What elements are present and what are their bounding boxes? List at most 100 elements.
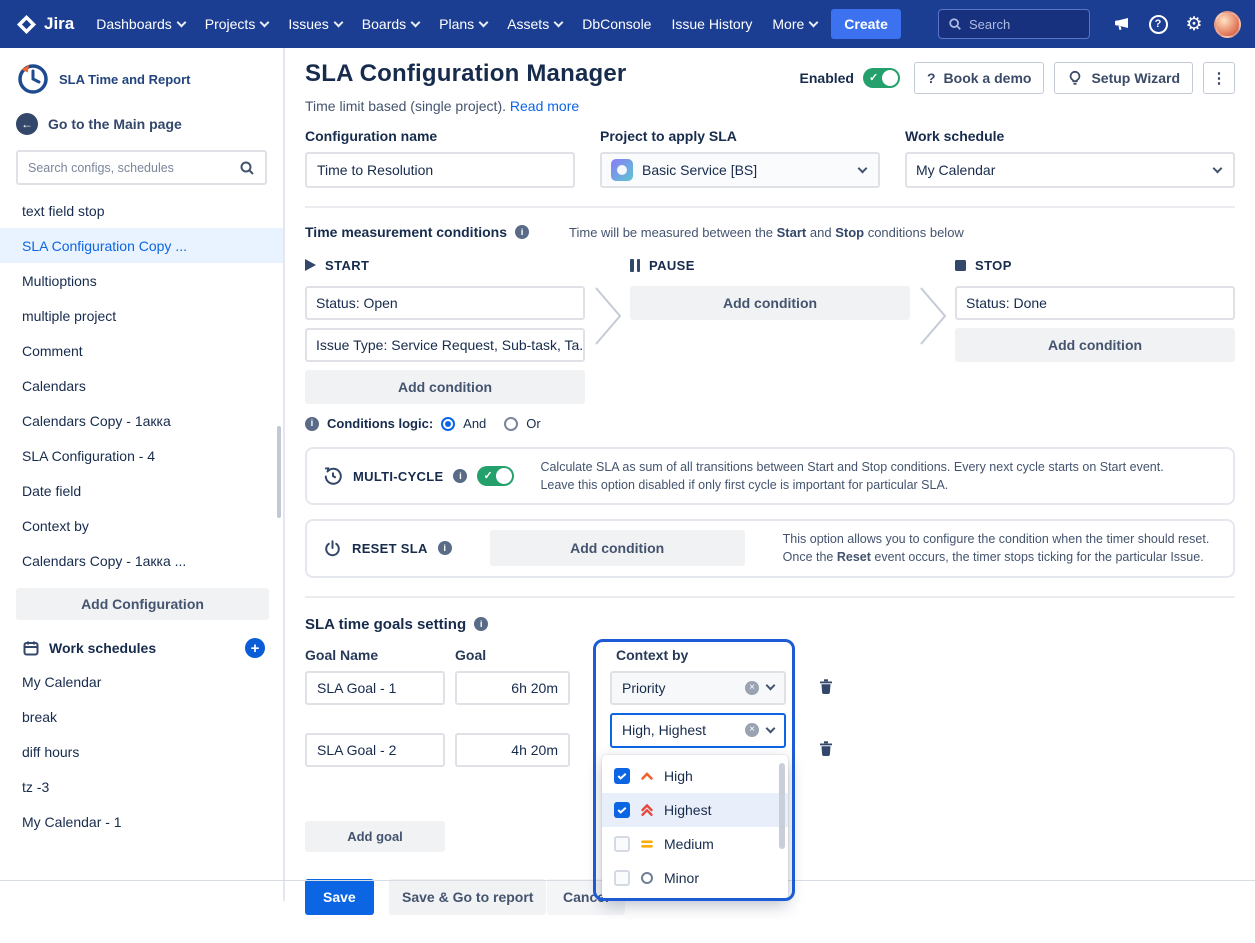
sidebar-item-config[interactable]: Context by: [0, 508, 283, 543]
sidebar-item-schedule[interactable]: My Calendar - 1: [0, 804, 283, 839]
clear-icon[interactable]: ×: [745, 681, 759, 695]
checkbox-unchecked-icon[interactable]: [614, 870, 630, 886]
project-select[interactable]: Basic Service [BS]: [600, 152, 880, 188]
nav-item-assets[interactable]: Assets: [497, 0, 572, 48]
nav-item-dbconsole[interactable]: DbConsole: [572, 0, 661, 48]
checkbox-unchecked-icon[interactable]: [614, 836, 630, 852]
info-icon[interactable]: i: [474, 617, 488, 631]
more-actions-button[interactable]: ⋮: [1203, 62, 1235, 94]
sidebar-item-config[interactable]: Calendars Copy - 1акка ...: [0, 543, 283, 578]
save-and-go-to-report-button[interactable]: Save & Go to report: [389, 879, 546, 915]
stop-icon: [955, 260, 966, 271]
delete-goal-button-2[interactable]: [817, 739, 835, 760]
context-type-select[interactable]: Priority ×: [610, 671, 786, 705]
logic-and-radio[interactable]: [441, 417, 455, 431]
save-button[interactable]: Save: [305, 879, 374, 915]
pause-add-condition-button[interactable]: Add condition: [630, 286, 910, 320]
history-icon: [323, 466, 343, 486]
info-icon[interactable]: i: [438, 541, 452, 555]
question-icon: ?: [927, 70, 936, 86]
work-schedules-header: Work schedules +: [0, 626, 283, 664]
option-high[interactable]: High: [602, 759, 788, 793]
option-highest[interactable]: Highest: [602, 793, 788, 827]
sidebar-item-config[interactable]: Date field: [0, 473, 283, 508]
book-demo-button[interactable]: ? Book a demo: [914, 62, 1044, 94]
goal-value-input-2[interactable]: [467, 742, 558, 758]
checkbox-checked-icon[interactable]: [614, 802, 630, 818]
schedule-label: My Calendar - 1: [22, 814, 122, 830]
goal-name-input-1[interactable]: [317, 680, 433, 696]
stop-condition-status[interactable]: Status: Done: [955, 286, 1235, 320]
configs-search-input[interactable]: [28, 161, 231, 175]
start-condition-status[interactable]: Status: Open: [305, 286, 585, 320]
enabled-label: Enabled: [800, 70, 854, 86]
reset-add-condition-button[interactable]: Add condition: [490, 530, 745, 566]
goal-value-input-1[interactable]: [467, 680, 558, 696]
sidebar-item-schedule[interactable]: My Calendar: [0, 664, 283, 699]
nav-item-boards[interactable]: Boards: [352, 0, 429, 48]
nav-item-more[interactable]: More: [762, 0, 827, 48]
nav-item-issue-history[interactable]: Issue History: [661, 0, 762, 48]
info-icon[interactable]: i: [515, 225, 529, 239]
sidebar-item-config[interactable]: Calendars: [0, 368, 283, 403]
logic-or-label[interactable]: Or: [526, 416, 540, 431]
multi-cycle-desc-line1: Calculate SLA as sum of all transitions …: [540, 458, 1163, 476]
global-search-input[interactable]: [969, 17, 1080, 32]
goal-name-input-2[interactable]: [317, 742, 433, 758]
sidebar-scrollbar[interactable]: [277, 426, 281, 518]
nav-item-issues[interactable]: Issues: [278, 0, 351, 48]
config-name-input[interactable]: [317, 162, 563, 178]
config-name-fieldwrap: [305, 152, 575, 188]
create-button[interactable]: Create: [831, 9, 901, 39]
sidebar-item-schedule[interactable]: diff hours: [0, 734, 283, 769]
checkbox-checked-icon[interactable]: [614, 768, 630, 784]
context-values-select[interactable]: High, Highest ×: [610, 713, 786, 748]
announcement-button[interactable]: [1106, 8, 1138, 40]
start-add-condition-button[interactable]: Add condition: [305, 370, 585, 404]
sidebar-item-config[interactable]: Multioptions: [0, 263, 283, 298]
multi-cycle-toggle[interactable]: [477, 466, 514, 486]
nav-item-projects[interactable]: Projects: [195, 0, 279, 48]
logic-or-radio[interactable]: [504, 417, 518, 431]
read-more-link[interactable]: Read more: [510, 98, 579, 114]
stop-add-condition-button[interactable]: Add condition: [955, 328, 1235, 362]
sidebar-item-schedule[interactable]: tz -3: [0, 769, 283, 804]
sidebar-item-config[interactable]: SLA Configuration - 4: [0, 438, 283, 473]
logic-and-label[interactable]: And: [463, 416, 486, 431]
global-search[interactable]: [938, 9, 1090, 39]
sidebar-item-config[interactable]: Calendars Copy - 1акка: [0, 403, 283, 438]
add-goal-button[interactable]: Add goal: [305, 821, 445, 852]
config-label: Calendars: [22, 378, 86, 394]
sidebar-item-config[interactable]: text field stop: [0, 193, 283, 228]
user-avatar[interactable]: [1214, 11, 1241, 38]
back-to-main-link[interactable]: ← Go to the Main page: [0, 104, 283, 144]
settings-button[interactable]: ⚙: [1178, 8, 1210, 40]
schedule-list: My Calendar break diff hours tz -3 My Ca…: [0, 664, 283, 839]
sidebar-item-config-selected[interactable]: SLA Configuration Copy ...: [0, 228, 283, 263]
delete-goal-button-1[interactable]: [817, 677, 835, 698]
info-icon[interactable]: i: [453, 469, 467, 483]
info-icon[interactable]: i: [305, 417, 319, 431]
work-schedule-select[interactable]: My Calendar: [905, 152, 1235, 188]
megaphone-icon: [1113, 15, 1131, 33]
config-label: Date field: [22, 483, 81, 499]
option-medium[interactable]: Medium: [602, 827, 788, 861]
sidebar-item-config[interactable]: multiple project: [0, 298, 283, 333]
start-condition-issuetype[interactable]: Issue Type: Service Request, Sub-task, T…: [305, 328, 585, 362]
configs-search[interactable]: [16, 150, 267, 185]
sidebar-item-config[interactable]: Comment: [0, 333, 283, 368]
sidebar-item-schedule[interactable]: break: [0, 699, 283, 734]
config-label: Multioptions: [22, 273, 97, 289]
nav-item-dashboards[interactable]: Dashboards: [86, 0, 195, 48]
add-configuration-button[interactable]: Add Configuration: [16, 588, 269, 620]
dropdown-scrollbar[interactable]: [779, 763, 785, 849]
option-minor[interactable]: Minor: [602, 861, 788, 895]
enabled-toggle[interactable]: [863, 68, 900, 88]
nav-item-plans[interactable]: Plans: [429, 0, 497, 48]
pause-header: PAUSE: [630, 254, 910, 276]
jira-logo[interactable]: Jira: [14, 14, 86, 35]
help-button[interactable]: ?: [1142, 8, 1174, 40]
setup-wizard-button[interactable]: Setup Wizard: [1054, 62, 1193, 94]
clear-icon[interactable]: ×: [745, 723, 759, 737]
add-schedule-button[interactable]: +: [245, 638, 265, 658]
